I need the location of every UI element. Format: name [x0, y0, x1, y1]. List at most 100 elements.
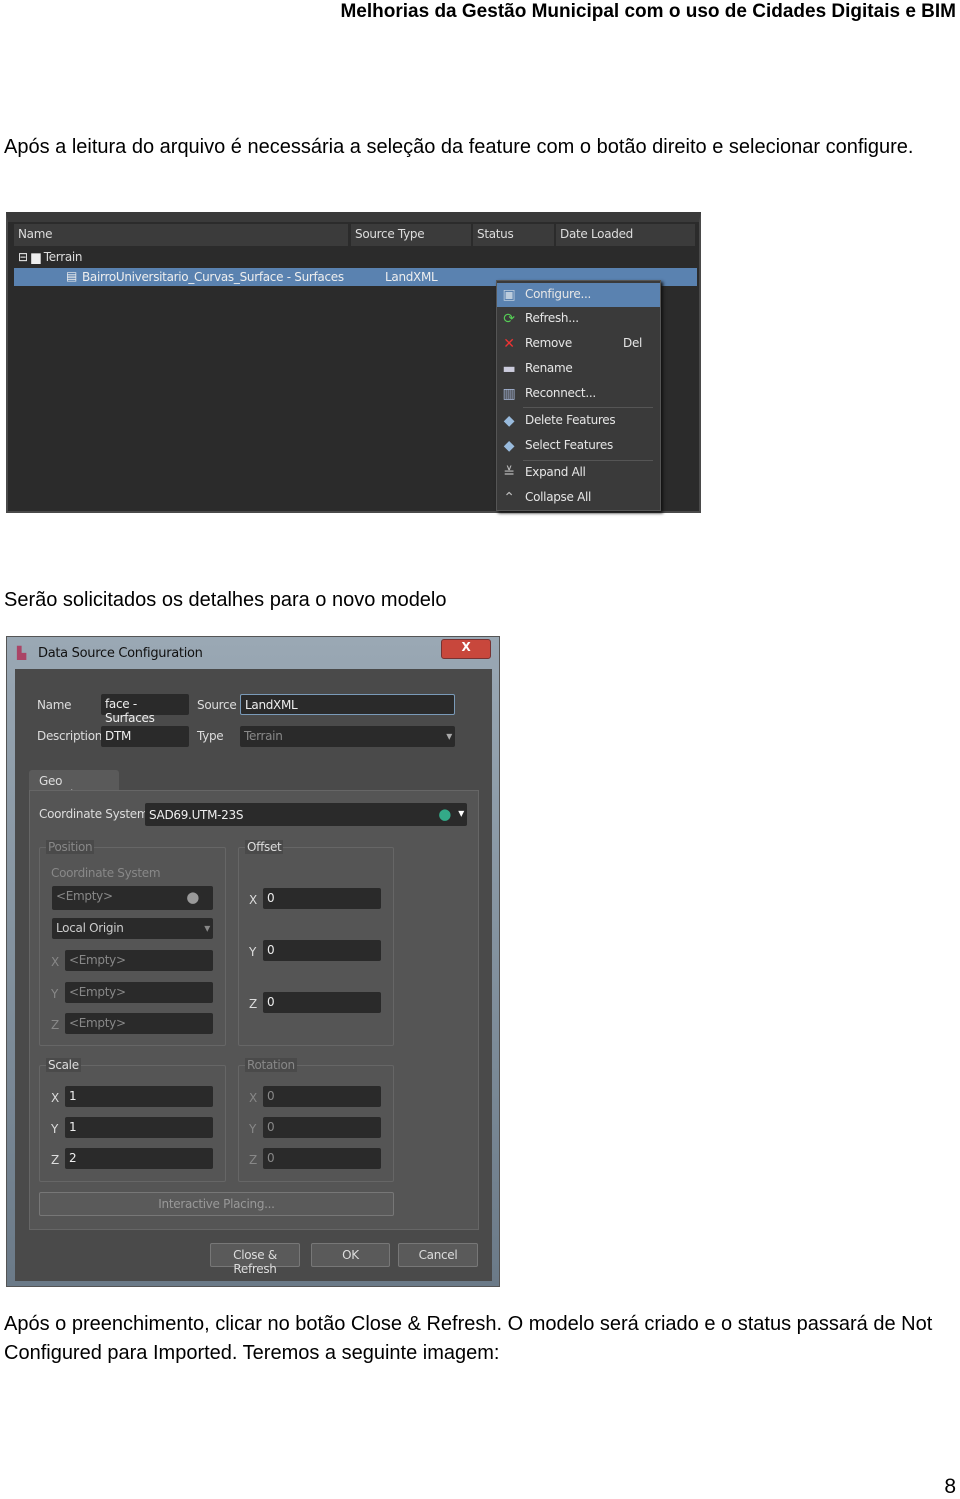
menu-label: Delete Features — [525, 413, 616, 427]
position-cs-value: <Empty> — [56, 889, 113, 903]
tree-group-label: Terrain — [43, 250, 83, 264]
chevron-down-icon: ▾ — [204, 921, 210, 935]
scale-y-input[interactable]: 1 — [65, 1117, 213, 1138]
menu-item-refresh[interactable]: ⟳ Refresh... — [497, 307, 660, 331]
menu-label: Reconnect... — [525, 386, 596, 400]
scale-title: Scale — [46, 1058, 81, 1072]
menu-item-configure[interactable]: ▣ Configure... — [497, 283, 660, 307]
coordinate-system-label: Coordinate System — [39, 807, 149, 821]
menu-label: Refresh... — [525, 311, 579, 325]
document-icon: ▤ — [66, 269, 78, 283]
menu-item-reconnect[interactable]: ▥ Reconnect... — [497, 382, 660, 406]
name-input[interactable]: face - Surfaces — [101, 694, 189, 725]
rotation-z-input: 0 — [263, 1148, 381, 1169]
rotation-z-label: Z — [249, 1153, 257, 1167]
position-cs-label: Coordinate System — [51, 866, 161, 880]
local-origin-value: Local Origin — [56, 921, 124, 935]
page-number: 8 — [944, 1475, 956, 1498]
offset-z-input[interactable]: 0 — [263, 992, 381, 1013]
column-date-loaded[interactable]: Date Loaded — [556, 224, 697, 246]
tab-geo-location[interactable]: Geo Location — [29, 770, 119, 802]
coordinate-system-value: SAD69.UTM-23S — [149, 808, 244, 822]
cancel-button[interactable]: Cancel — [398, 1243, 478, 1267]
menu-label: Rename — [525, 361, 573, 375]
menu-item-rename[interactable]: ▬ Rename — [497, 357, 660, 381]
globe-icon: ● — [186, 888, 199, 906]
close-and-refresh-button[interactable]: Close & Refresh — [210, 1243, 300, 1276]
type-value: Terrain — [244, 729, 283, 743]
scale-group: Scale X 1 Y 1 Z 2 — [39, 1058, 226, 1182]
position-z-label: Z — [51, 1018, 59, 1032]
select-features-icon: ◆ — [503, 438, 515, 454]
description-input[interactable]: DTM — [101, 726, 189, 747]
local-origin-select: Local Origin ▾ — [52, 918, 213, 939]
column-source-type[interactable]: Source Type — [351, 224, 473, 246]
remove-x-icon: ✕ — [503, 336, 515, 352]
delete-features-icon: ◆ — [503, 413, 515, 429]
menu-label: Remove — [525, 336, 572, 350]
menu-label: Collapse All — [525, 490, 592, 504]
menu-item-delete-features[interactable]: ◆ Delete Features — [497, 409, 660, 433]
menu-item-remove[interactable]: ✕ Remove Del — [497, 332, 660, 356]
scale-x-input[interactable]: 1 — [65, 1086, 213, 1107]
type-label: Type — [197, 729, 224, 743]
rotation-x-label: X — [249, 1091, 257, 1105]
paragraph-3: Após o preenchimento, clicar no botão Cl… — [4, 1313, 933, 1364]
dialog-body: Name face - Surfaces Source LandXML Desc… — [15, 669, 492, 1281]
position-cs-select: <Empty> ● — [52, 886, 213, 910]
paragraph-2: Serão solicitados os detalhes para o nov… — [4, 589, 447, 611]
collapse-all-icon: ⌃ — [503, 490, 515, 506]
position-z-input: <Empty> — [65, 1013, 213, 1034]
position-x-input: <Empty> — [65, 950, 213, 971]
column-status[interactable]: Status — [473, 224, 556, 246]
globe-icon: ● — [438, 805, 451, 823]
scale-z-input[interactable]: 2 — [65, 1148, 213, 1169]
offset-y-input[interactable]: 0 — [263, 940, 381, 961]
rotation-x-input: 0 — [263, 1086, 381, 1107]
rotation-y-input: 0 — [263, 1117, 381, 1138]
page-header: Melhorias da Gestão Municipal com o uso … — [340, 1, 956, 22]
expand-all-icon: ≚ — [503, 465, 515, 481]
data-sources-screenshot: Name Source Type Status Date Loaded ⊟ ▆ … — [6, 212, 701, 513]
rename-icon: ▬ — [502, 361, 516, 377]
configure-icon: ▣ — [502, 287, 516, 303]
position-y-label: Y — [51, 987, 59, 1001]
coordinate-system-select[interactable]: SAD69.UTM-23S ● ▾ — [145, 803, 467, 826]
offset-x-label: X — [249, 893, 257, 907]
scale-x-label: X — [51, 1091, 59, 1105]
name-label: Name — [37, 698, 72, 712]
rotation-group: Rotation X 0 Y 0 Z 0 — [238, 1058, 394, 1182]
menu-label: Configure... — [525, 287, 592, 301]
tree-item-source: LandXML — [385, 270, 438, 284]
chevron-down-icon: ▾ — [446, 729, 452, 743]
position-title: Position — [46, 840, 95, 854]
menu-label: Expand All — [525, 465, 586, 479]
column-name[interactable]: Name — [14, 224, 350, 246]
data-source-configuration-dialog: ▙ Data Source Configuration X Name face … — [6, 636, 500, 1287]
offset-x-input[interactable]: 0 — [263, 888, 381, 909]
ok-button[interactable]: OK — [311, 1243, 390, 1267]
interactive-placing-button: Interactive Placing... — [39, 1192, 394, 1216]
menu-shortcut: Del — [623, 336, 643, 350]
paragraph-1: Após a leitura do arquivo é necessária a… — [4, 136, 914, 158]
menu-item-select-features[interactable]: ◆ Select Features — [497, 434, 660, 458]
menu-item-collapse-all[interactable]: ⌃ Collapse All — [497, 486, 660, 510]
position-group: Position Coordinate System <Empty> ● Loca… — [39, 840, 226, 1046]
offset-group: Offset X 0 Y 0 Z 0 — [238, 840, 394, 1046]
close-button[interactable]: X — [441, 639, 491, 659]
position-x-label: X — [51, 955, 59, 969]
source-input[interactable]: LandXML — [240, 694, 455, 715]
offset-y-label: Y — [249, 945, 257, 959]
scale-z-label: Z — [51, 1153, 59, 1167]
refresh-icon: ⟳ — [503, 311, 515, 327]
type-select[interactable]: Terrain ▾ — [240, 726, 455, 747]
rotation-title: Rotation — [245, 1058, 297, 1072]
app-icon: ▙ — [17, 646, 26, 660]
menu-item-expand-all[interactable]: ≚ Expand All — [497, 461, 660, 485]
position-y-input: <Empty> — [65, 982, 213, 1003]
offset-title: Offset — [245, 840, 284, 854]
source-label: Source — [197, 698, 237, 712]
context-menu: ▣ Configure... ⟳ Refresh... ✕ Remove Del ▬ Re… — [496, 280, 661, 511]
tree-group-terrain[interactable]: ⊟ ▆ Terrain — [18, 250, 83, 264]
tree-item-label: BairroUniversitario_Curvas_Surface - Sur… — [82, 270, 344, 284]
